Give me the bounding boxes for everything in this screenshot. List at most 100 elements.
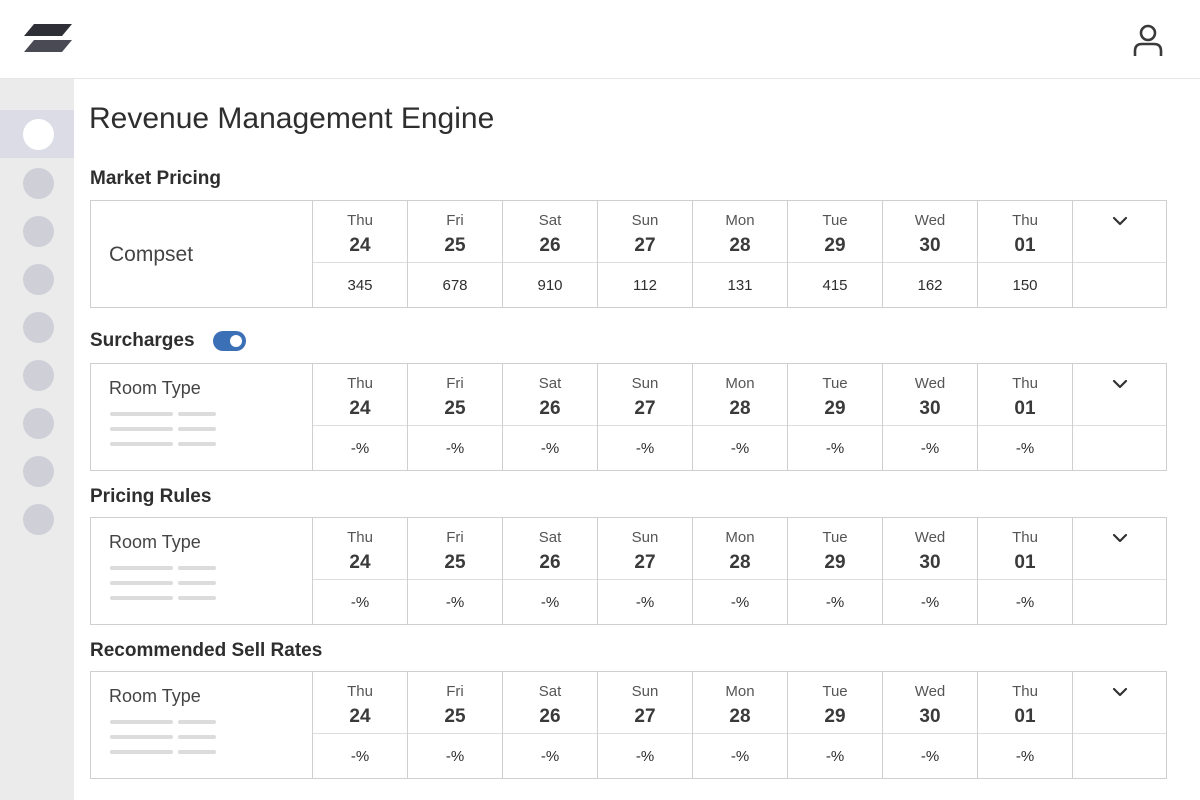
day-of-week: Tue [822, 212, 848, 229]
day-of-week: Thu [1012, 375, 1038, 392]
day-of-week: Thu [347, 683, 373, 700]
surcharges-toggle[interactable] [213, 331, 246, 351]
day-value-cell[interactable]: -% [503, 735, 597, 778]
row-label-cell: Room Type [91, 364, 313, 470]
day-value-cell[interactable]: -% [598, 735, 692, 778]
day-value-cell[interactable]: -% [408, 735, 502, 778]
day-number: 27 [634, 706, 656, 727]
day-value-cell[interactable]: -% [313, 581, 407, 624]
day-number: 28 [729, 235, 751, 256]
day-value-cell[interactable]: 162 [883, 264, 977, 307]
day-value-cell[interactable]: -% [883, 581, 977, 624]
day-value-cell[interactable]: -% [978, 427, 1072, 470]
day-value-cell[interactable]: -% [788, 581, 882, 624]
day-value-cell[interactable]: -% [883, 427, 977, 470]
day-value-cell[interactable]: 678 [408, 264, 502, 307]
day-value-cell[interactable]: -% [883, 735, 977, 778]
day-of-week: Sat [538, 529, 562, 546]
day-number: 30 [919, 235, 941, 256]
day-number: 24 [349, 398, 371, 419]
day-value-cell[interactable]: 415 [788, 264, 882, 307]
day-header: Tue 29 [788, 364, 882, 426]
day-number: 01 [1014, 398, 1036, 419]
chevron-down-icon[interactable] [1111, 532, 1129, 544]
day-value-cell[interactable]: 150 [978, 264, 1072, 307]
day-column: Wed 30 -% [883, 518, 978, 624]
day-column: Sat 26 910 [503, 201, 598, 307]
day-of-week: Tue [822, 683, 848, 700]
sidebar-item-5[interactable] [0, 303, 74, 351]
day-header: Thu 01 [978, 364, 1072, 426]
day-value-cell[interactable]: -% [693, 735, 787, 778]
sidebar-item-3[interactable] [0, 207, 74, 255]
day-value-cell[interactable]: -% [788, 735, 882, 778]
chevron-down-icon[interactable] [1111, 215, 1129, 227]
day-header: Thu 24 [313, 201, 407, 263]
day-number: 29 [824, 235, 846, 256]
day-value-cell[interactable]: -% [408, 581, 502, 624]
day-value-cell[interactable]: -% [598, 427, 692, 470]
sidebar-item-4[interactable] [0, 255, 74, 303]
day-header: Fri 25 [408, 518, 502, 580]
day-value-cell[interactable]: -% [313, 735, 407, 778]
day-column: Wed 30 162 [883, 201, 978, 307]
expand-header [1073, 672, 1166, 734]
day-header: Fri 25 [408, 201, 502, 263]
day-column: Sun 27 -% [598, 364, 693, 470]
sidebar-item-2[interactable] [0, 159, 74, 207]
day-number: 26 [539, 706, 561, 727]
day-value-cell[interactable]: -% [313, 427, 407, 470]
day-number: 27 [634, 235, 656, 256]
placeholder-line [110, 581, 173, 585]
sidebar-nav-icon [23, 312, 54, 343]
page-title: Revenue Management Engine [89, 102, 495, 135]
day-header: Thu 24 [313, 672, 407, 734]
placeholder-line [178, 442, 216, 446]
day-value-cell[interactable]: -% [978, 735, 1072, 778]
day-value-cell[interactable]: -% [788, 427, 882, 470]
pricing-grid: Room Type Thu 24 -% Fri 25 -% Sat 26 -% Sun 27 -% Mon… [90, 671, 1167, 779]
day-value-cell[interactable]: 345 [313, 264, 407, 307]
day-value-cell[interactable]: -% [408, 427, 502, 470]
sidebar-item-1[interactable] [0, 110, 74, 158]
day-value-cell[interactable]: -% [693, 581, 787, 624]
day-value-cell[interactable]: -% [978, 581, 1072, 624]
day-of-week: Fri [446, 683, 464, 700]
placeholder-line [110, 442, 173, 446]
chevron-down-icon[interactable] [1111, 378, 1129, 390]
day-header: Tue 29 [788, 672, 882, 734]
sidebar-item-8[interactable] [0, 447, 74, 495]
day-column: Tue 29 -% [788, 364, 883, 470]
day-value-cell[interactable]: 131 [693, 264, 787, 307]
sidebar-item-9[interactable] [0, 495, 74, 543]
day-value-cell[interactable]: -% [598, 581, 692, 624]
day-value-cell[interactable]: 910 [503, 264, 597, 307]
day-of-week: Mon [725, 683, 755, 700]
day-number: 24 [349, 706, 371, 727]
stacked-layers-logo-icon[interactable] [22, 24, 74, 56]
day-header: Sun 27 [598, 518, 692, 580]
sidebar-nav-icon [23, 408, 54, 439]
day-value-cell[interactable]: -% [503, 581, 597, 624]
row-label-cell: Room Type [91, 672, 313, 778]
sidebar-item-7[interactable] [0, 399, 74, 447]
day-header: Sun 27 [598, 364, 692, 426]
placeholder-line [110, 412, 173, 416]
sidebar-item-6[interactable] [0, 351, 74, 399]
placeholder-line [110, 750, 173, 754]
day-number: 30 [919, 552, 941, 573]
day-header: Mon 28 [693, 518, 787, 580]
day-column: Fri 25 678 [408, 201, 503, 307]
day-of-week: Sun [631, 375, 659, 392]
chevron-down-icon[interactable] [1111, 686, 1129, 698]
sidebar-nav-icon [23, 119, 54, 150]
day-value-cell[interactable]: -% [693, 427, 787, 470]
day-value-cell[interactable]: -% [503, 427, 597, 470]
day-value-cell[interactable]: 112 [598, 264, 692, 307]
expand-column [1073, 518, 1166, 624]
expand-header [1073, 518, 1166, 580]
day-column: Sat 26 -% [503, 364, 598, 470]
pricing-grid: Room Type Thu 24 -% Fri 25 -% Sat 26 -% Sun 27 -% Mon… [90, 363, 1167, 471]
user-icon[interactable] [1128, 20, 1168, 60]
day-of-week: Wed [914, 212, 946, 229]
